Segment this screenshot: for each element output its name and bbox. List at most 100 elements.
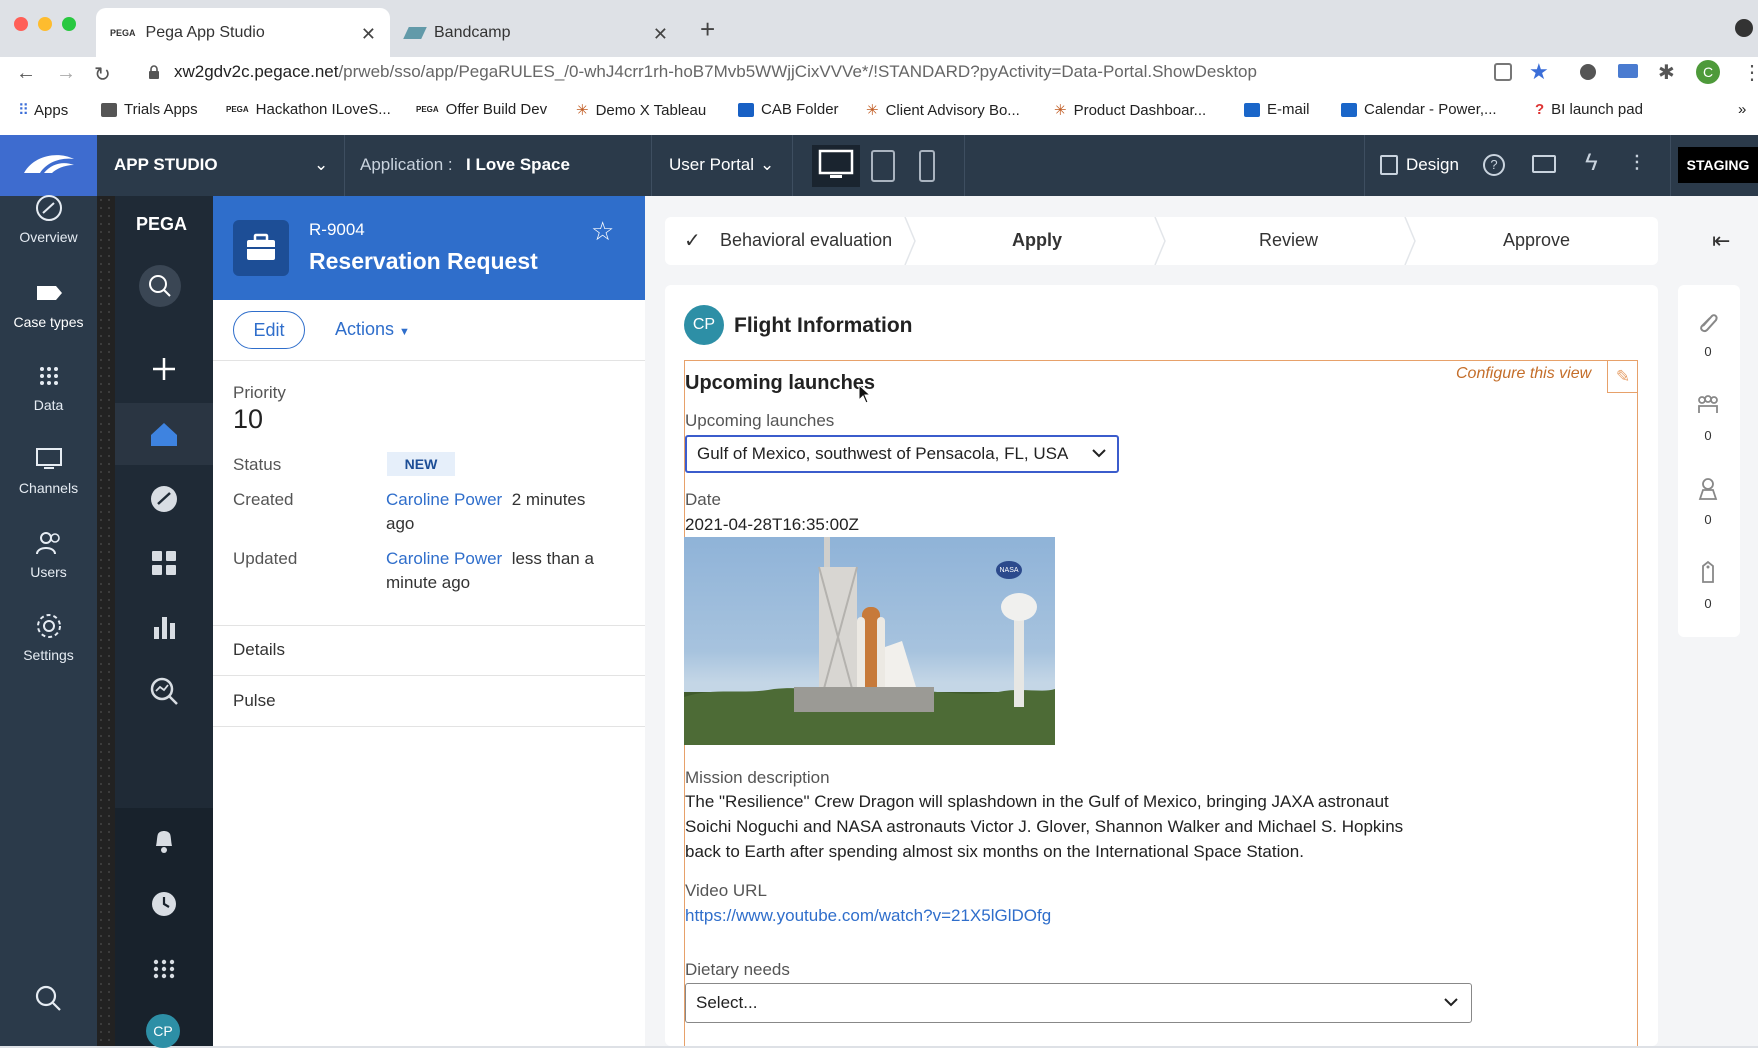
menu-kebab-icon[interactable]: ⋮ — [1742, 60, 1758, 85]
stakeholders-button[interactable] — [1694, 475, 1722, 503]
tablet-preview-icon[interactable] — [868, 145, 898, 187]
share-tree-icon[interactable]: ⫶ — [1634, 151, 1640, 177]
followers-count: 0 — [1704, 428, 1712, 443]
recents-button[interactable] — [146, 886, 182, 922]
profile-avatar[interactable]: C — [1696, 60, 1720, 84]
outlook-icon — [1244, 102, 1260, 117]
nav-channels[interactable]: Channels — [0, 444, 97, 496]
updated-time-cont: minute ago — [386, 573, 471, 592]
stage-behavioral-evaluation[interactable]: Behavioral evaluation — [720, 230, 892, 251]
browser-tab-bandcamp[interactable]: Bandcamp ✕ — [392, 8, 682, 57]
portal-switcher[interactable]: User Portal — [669, 155, 754, 175]
bookmarks-overflow[interactable]: » — [1738, 101, 1746, 118]
bookmark-calendar[interactable]: Calendar - Power,... — [1341, 101, 1497, 118]
pega-logo[interactable] — [0, 135, 97, 196]
details-tab[interactable]: Details — [233, 640, 285, 660]
phone-preview-icon[interactable] — [912, 145, 942, 187]
nav-settings[interactable]: Settings — [0, 611, 97, 663]
portal-home-button[interactable] — [115, 403, 213, 465]
close-tab-icon[interactable]: ✕ — [361, 24, 376, 45]
nav-case-types[interactable]: Case types — [0, 278, 97, 330]
section-title: Upcoming launches — [685, 372, 876, 394]
environment-badge: STAGING — [1678, 147, 1758, 183]
portal-apps-button[interactable] — [146, 545, 182, 581]
follow-star-icon[interactable]: ☆ — [591, 216, 614, 247]
attachments-button[interactable] — [1694, 308, 1722, 336]
close-window-button[interactable] — [14, 17, 28, 31]
maximize-window-button[interactable] — [62, 17, 76, 31]
portal-reports-button[interactable] — [146, 609, 182, 645]
portal-user-avatar[interactable]: CP — [146, 1014, 180, 1048]
bookmark-product-dashboard[interactable]: ✳ Product Dashboar... — [1054, 101, 1206, 120]
close-tab-icon[interactable]: ✕ — [653, 24, 668, 45]
portal-search-button[interactable] — [139, 265, 181, 307]
launch-select-value: Gulf of Mexico, southwest of Pensacola, … — [697, 444, 1069, 463]
portal-create-button[interactable] — [115, 338, 213, 400]
users-icon — [34, 528, 64, 558]
studio-search-button[interactable] — [32, 982, 64, 1014]
cast-icon[interactable] — [1618, 64, 1638, 78]
forward-icon[interactable]: → — [56, 62, 76, 85]
url-field[interactable]: xw2gdv2c.pegace.net/prweb/sso/app/PegaRU… — [174, 62, 1257, 82]
bookmark-cab-folder[interactable]: CAB Folder — [738, 101, 839, 118]
video-url-label: Video URL — [685, 881, 767, 900]
bookmark-client-advisory[interactable]: ✳ Client Advisory Bo... — [866, 101, 1020, 120]
bookmark-apps[interactable]: ⠿ Apps — [18, 101, 68, 120]
followers-button[interactable] — [1694, 391, 1722, 419]
portal-launcher-button[interactable] — [146, 951, 182, 987]
portal-dashboard-button[interactable] — [146, 481, 182, 517]
minimize-window-button[interactable] — [38, 17, 52, 31]
stage-apply[interactable]: Apply — [1012, 230, 1062, 251]
pulse-tab[interactable]: Pulse — [233, 691, 276, 711]
bookmark-hackathon[interactable]: PEGA Hackathon ILoveS... — [226, 101, 391, 118]
home-icon — [151, 423, 177, 446]
stage-review[interactable]: Review — [1259, 230, 1318, 251]
nav-overview[interactable]: Overview — [0, 193, 97, 245]
nav-data[interactable]: Data — [0, 361, 97, 413]
desktop-preview-icon[interactable] — [812, 145, 860, 187]
launch-select[interactable]: Gulf of Mexico, southwest of Pensacola, … — [685, 435, 1119, 473]
edit-pencil-icon[interactable]: ✎ — [1607, 361, 1638, 393]
collapse-panel-icon[interactable]: ⇤ — [1712, 228, 1730, 254]
back-icon[interactable]: ← — [16, 62, 36, 85]
updated-by-link[interactable]: Caroline Power — [386, 549, 502, 568]
tags-button[interactable] — [1694, 558, 1722, 586]
bookmark-email[interactable]: E-mail — [1244, 101, 1310, 118]
bookmark-star-icon[interactable]: ★ — [1529, 59, 1549, 85]
camera-blocked-icon[interactable] — [1494, 63, 1512, 81]
priority-value: 10 — [233, 404, 264, 434]
application-name[interactable]: I Love Space — [466, 155, 570, 175]
portal-insights-button[interactable] — [146, 673, 182, 709]
stage-approve[interactable]: Approve — [1503, 230, 1570, 251]
configure-view-link[interactable]: Configure this view — [1456, 365, 1591, 383]
studio-switcher[interactable]: APP STUDIO — [114, 155, 218, 175]
studio-chevron-down-icon[interactable]: ⌄ — [314, 155, 328, 175]
design-icon[interactable] — [1380, 155, 1398, 175]
grid-dots-icon — [153, 959, 175, 979]
video-url-link[interactable]: https://www.youtube.com/watch?v=21X5lGlD… — [685, 903, 1051, 928]
created-by-link[interactable]: Caroline Power — [386, 490, 502, 509]
dietary-select[interactable]: Select... — [685, 983, 1472, 1023]
portal-chevron-down-icon[interactable]: ⌄ — [760, 155, 774, 175]
bookmark-trials-apps[interactable]: Trials Apps — [101, 101, 198, 118]
bookmark-offer-build[interactable]: PEGA Offer Build Dev — [416, 101, 547, 118]
reload-icon[interactable]: ↻ — [94, 62, 111, 87]
design-button[interactable]: Design — [1406, 155, 1459, 175]
puzzle-icon[interactable]: ✱ — [1658, 60, 1675, 85]
help-icon[interactable]: ? — [1483, 154, 1505, 176]
nav-users[interactable]: Users — [0, 528, 97, 580]
notifications-button[interactable] — [146, 822, 182, 858]
mission-label: Mission description — [685, 768, 830, 787]
extension-icon[interactable] — [1580, 64, 1596, 80]
comment-icon[interactable] — [1532, 155, 1556, 173]
caret-down-icon: ▼ — [399, 326, 410, 338]
new-tab-icon[interactable]: + — [700, 14, 715, 45]
status-label: Status — [233, 455, 282, 474]
actions-menu[interactable]: Actions ▼ — [335, 319, 410, 340]
bookmark-bi-launch-pad[interactable]: ? BI launch pad — [1535, 101, 1643, 118]
lightning-icon[interactable]: ϟ — [1585, 149, 1598, 177]
edit-button[interactable]: Edit — [233, 311, 305, 349]
browser-tab-pega[interactable]: PEGA Pega App Studio ✕ — [96, 8, 390, 57]
tab-search-icon[interactable] — [1735, 19, 1753, 37]
bookmark-demo-tableau[interactable]: ✳ Demo X Tableau — [576, 101, 706, 120]
